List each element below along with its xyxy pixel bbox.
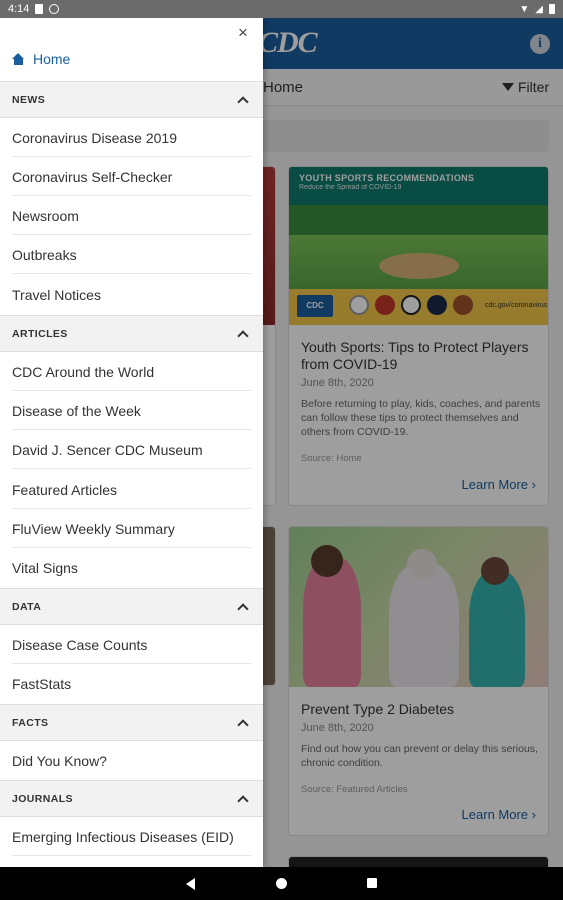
section-label: DATA xyxy=(12,600,42,613)
status-bar: 4:14 ▼ ◢ xyxy=(0,0,563,18)
chevron-up-icon xyxy=(237,794,249,807)
section-label: FACTS xyxy=(12,716,49,729)
menu-item-travel-notices[interactable]: Travel Notices xyxy=(0,275,263,314)
chevron-up-icon xyxy=(237,602,249,615)
recents-icon[interactable] xyxy=(367,878,377,888)
battery-icon xyxy=(549,4,555,14)
close-icon[interactable]: × xyxy=(235,24,251,41)
menu-item-coronavirus-disease-2019[interactable]: Coronavirus Disease 2019 xyxy=(0,118,263,157)
home-button-icon[interactable] xyxy=(276,878,287,889)
system-nav-bar xyxy=(0,867,563,900)
section-label: ARTICLES xyxy=(12,327,68,340)
menu-item-fluview-weekly-summary[interactable]: FluView Weekly Summary xyxy=(0,509,263,548)
back-icon[interactable] xyxy=(186,878,195,890)
menu-item-disease-of-the-week[interactable]: Disease of the Week xyxy=(0,391,263,430)
navigation-drawer: × Home NEWS Coronavirus Disease 2019 Cor… xyxy=(0,18,263,867)
section-header-news[interactable]: NEWS xyxy=(0,81,263,118)
sync-icon xyxy=(49,4,60,14)
signal-icon: ◢ xyxy=(535,3,543,15)
menu-item-cdc-around-the-world[interactable]: CDC Around the World xyxy=(0,352,263,391)
wifi-icon: ▼ xyxy=(519,3,530,15)
section-header-facts[interactable]: FACTS xyxy=(0,704,263,741)
menu-item-faststats[interactable]: FastStats xyxy=(0,664,263,703)
chevron-up-icon xyxy=(237,329,249,342)
section-label: NEWS xyxy=(12,93,46,106)
menu-item-featured-articles[interactable]: Featured Articles xyxy=(0,470,263,509)
menu-item-newsroom[interactable]: Newsroom xyxy=(0,196,263,235)
section-header-articles[interactable]: ARTICLES xyxy=(0,315,263,352)
section-header-journals[interactable]: JOURNALS xyxy=(0,780,263,817)
chevron-up-icon xyxy=(237,95,249,108)
section-label: JOURNALS xyxy=(12,792,73,805)
menu-item-outbreaks[interactable]: Outbreaks xyxy=(0,235,263,274)
menu-item-sencer-cdc-museum[interactable]: David J. Sencer CDC Museum xyxy=(0,430,263,469)
menu-item-disease-case-counts[interactable]: Disease Case Counts xyxy=(0,625,263,664)
menu-item-vital-signs[interactable]: Vital Signs xyxy=(0,548,263,587)
menu-item-emerging-infectious-diseases[interactable]: Emerging Infectious Diseases (EID) xyxy=(0,817,263,856)
drawer-scrim[interactable] xyxy=(263,18,563,867)
section-header-data[interactable]: DATA xyxy=(0,588,263,625)
menu-item-did-you-know[interactable]: Did You Know? xyxy=(0,741,263,780)
home-icon xyxy=(12,53,25,65)
menu-item-coronavirus-self-checker[interactable]: Coronavirus Self-Checker xyxy=(0,157,263,196)
notification-icon xyxy=(35,4,44,14)
chevron-up-icon xyxy=(237,718,249,731)
drawer-home-link[interactable]: Home xyxy=(12,51,70,67)
status-time: 4:14 xyxy=(8,3,30,15)
home-label: Home xyxy=(33,51,71,67)
